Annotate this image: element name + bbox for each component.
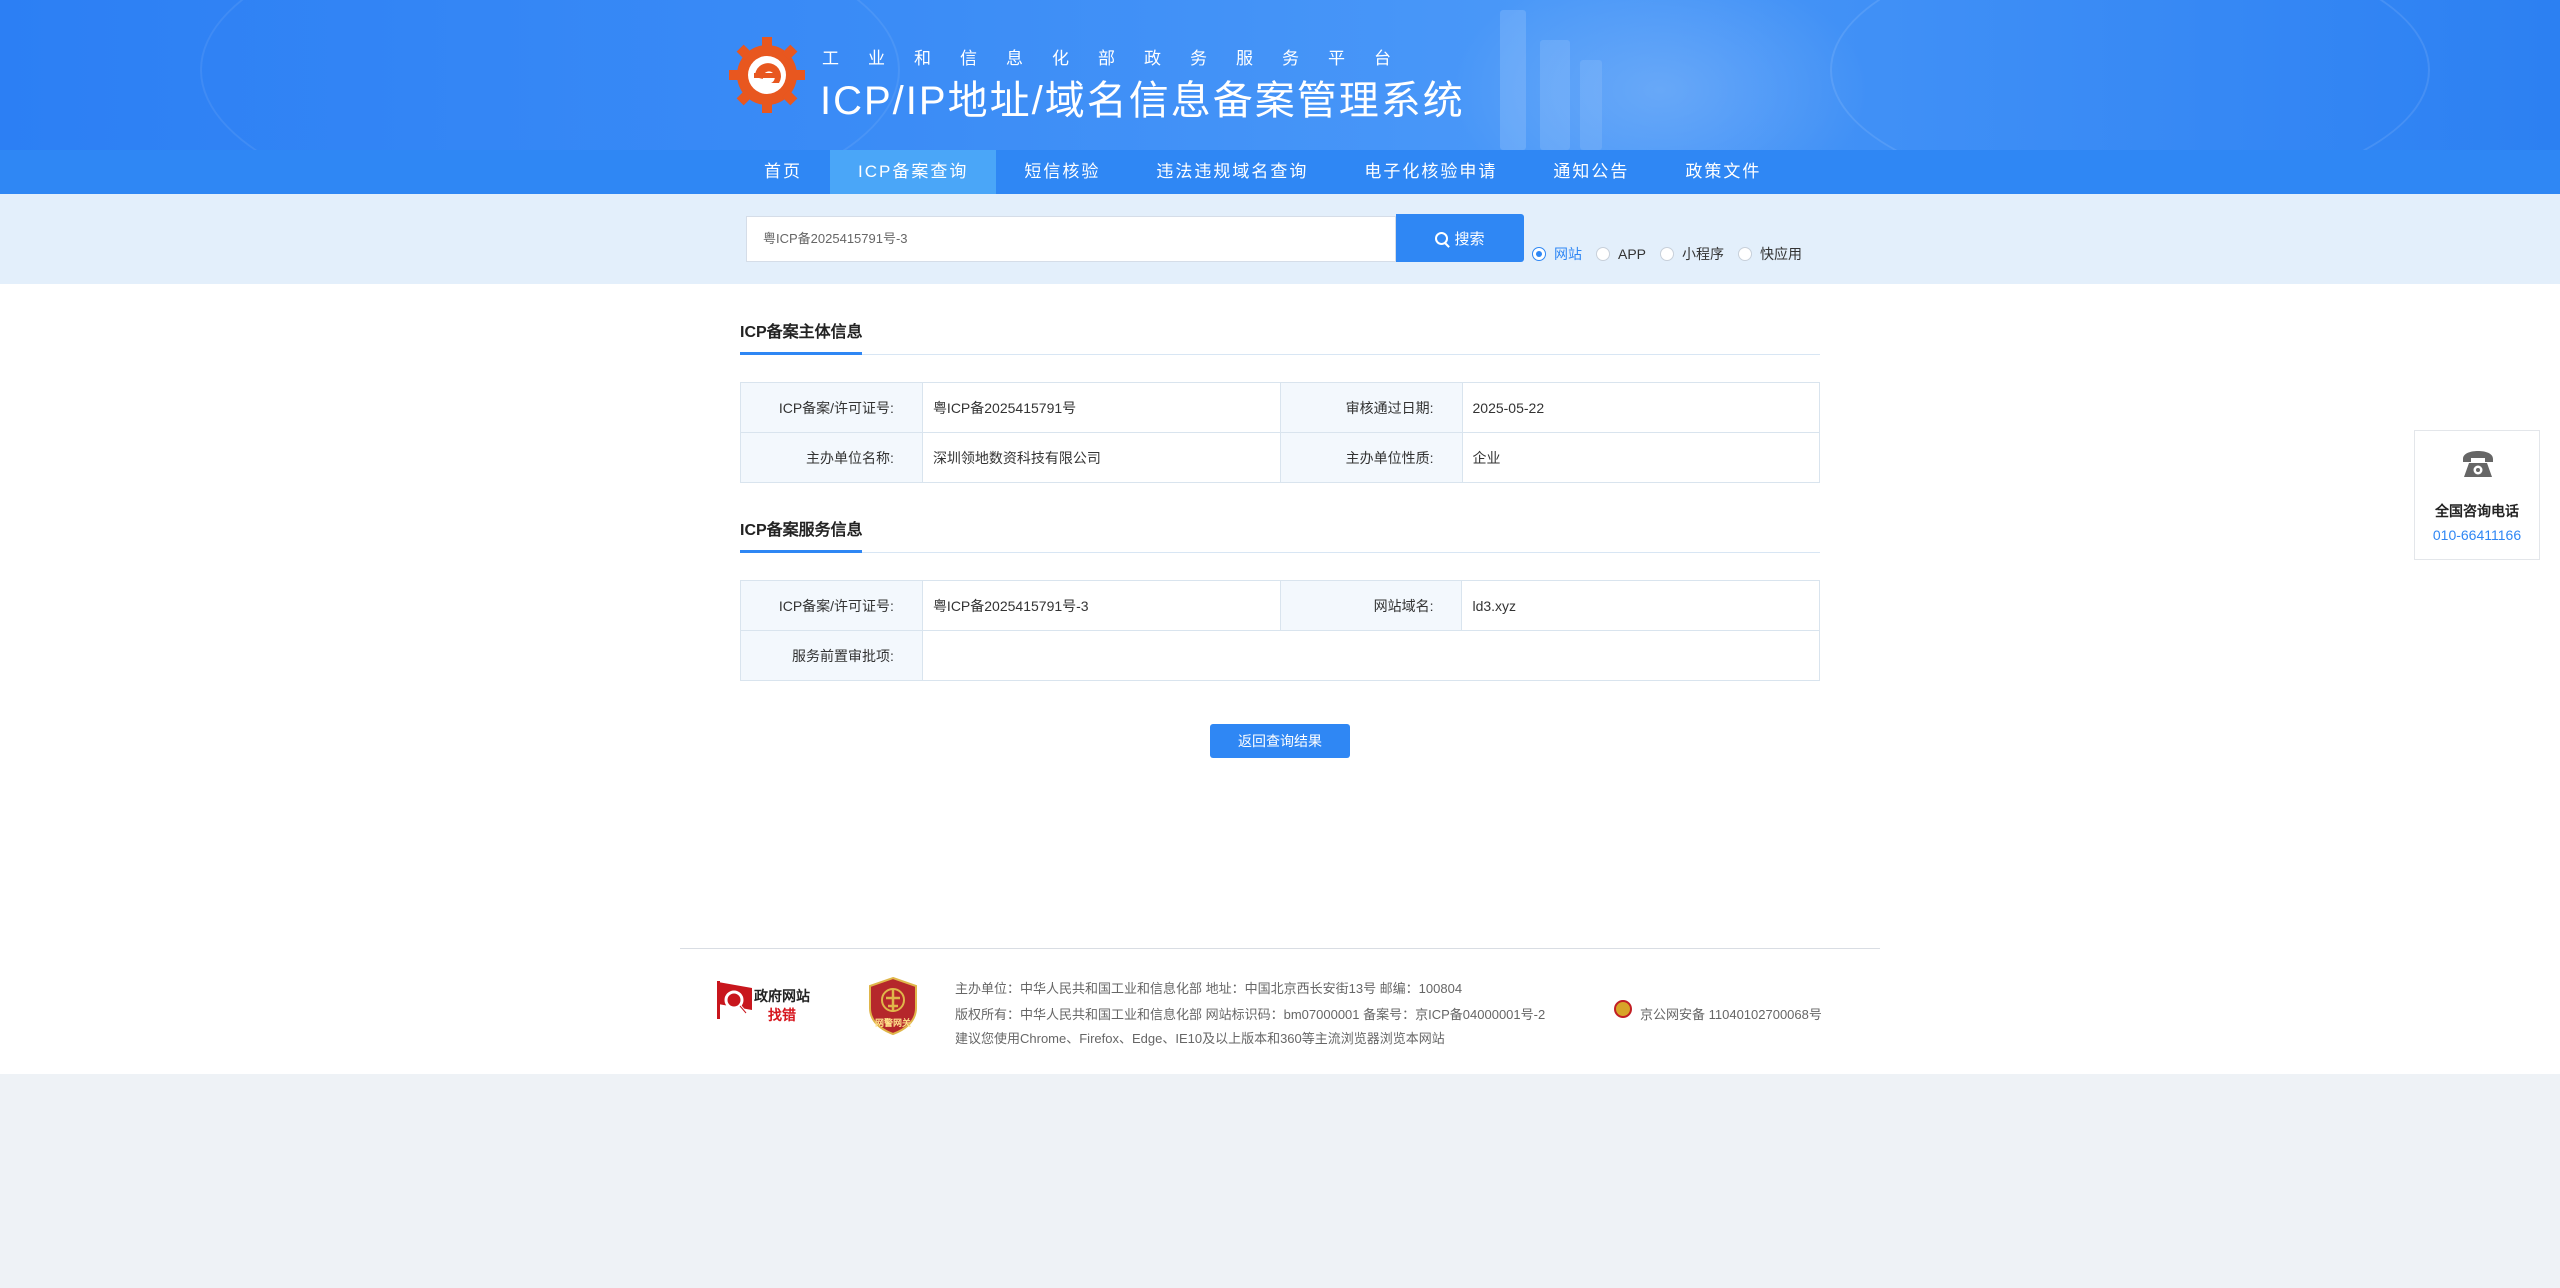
search-button-label: 搜索 bbox=[1454, 230, 1485, 248]
cyber-police-badge[interactable]: 网警网关 bbox=[866, 976, 920, 1036]
miit-logo-icon bbox=[729, 37, 805, 113]
preapproval-label: 服务前置审批项: bbox=[740, 630, 923, 681]
search-type-radios: 网站 APP 小程序 快应用 bbox=[1532, 244, 1816, 264]
subject-section-title: ICP备案主体信息 bbox=[740, 324, 863, 341]
nav-item-notices[interactable]: 通知公告 bbox=[1525, 150, 1657, 194]
radio-label: 快应用 bbox=[1760, 246, 1803, 262]
radio-label: APP bbox=[1618, 246, 1647, 262]
nav-item-icp-query[interactable]: ICP备案查询 bbox=[830, 150, 997, 194]
radio-dot bbox=[1660, 247, 1675, 261]
approve-date-value: 2025-05-22 bbox=[1461, 382, 1820, 433]
table-row: 主办单位名称: 深圳领地数资科技有限公司 主办单位性质: 企业 bbox=[740, 432, 1820, 483]
nav-item-policy[interactable]: 政策文件 bbox=[1657, 150, 1789, 194]
org-name-value: 深圳领地数资科技有限公司 bbox=[921, 432, 1281, 483]
radio-label: 网站 bbox=[1554, 246, 1582, 262]
table-row: 服务前置审批项: bbox=[740, 630, 1821, 681]
gov-badge-line2: 找错 bbox=[768, 1007, 796, 1023]
domain-value: ld3.xyz bbox=[1461, 580, 1820, 631]
service-info-table: ICP备案/许可证号: 粤ICP备2025415791号-3 网站域名: ld3… bbox=[740, 580, 1821, 681]
section-divider bbox=[740, 352, 1820, 355]
back-to-results-button[interactable]: 返回查询结果 bbox=[1210, 724, 1350, 758]
hotline-number: 010-66411166 bbox=[2432, 527, 2522, 543]
national-emblem-icon bbox=[1614, 1000, 1632, 1018]
radio-app[interactable]: APP bbox=[1596, 246, 1646, 262]
search-icon bbox=[1435, 231, 1449, 245]
service-license-label: ICP备案/许可证号: bbox=[740, 580, 923, 631]
service-section-title: ICP备案服务信息 bbox=[740, 522, 863, 539]
header-decoration bbox=[1830, 0, 2430, 150]
radio-dot bbox=[1532, 247, 1546, 261]
hotline-title: 全国咨询电话 bbox=[2435, 503, 2519, 519]
nav-items: 首页 ICP备案查询 短信核验 违法违规域名查询 电子化核验申请 通知公告 政策… bbox=[736, 150, 1789, 194]
radio-dot bbox=[1596, 247, 1610, 261]
site-header: 工业和信息化部政务服务平台 ICP/IP地址/域名信息备案管理系统 bbox=[0, 0, 2560, 150]
gov-badge-line1: 政府网站 bbox=[754, 988, 810, 1004]
police-badge-label: 网警网关 bbox=[874, 1018, 911, 1028]
hotline-widget[interactable]: 全国咨询电话 010-66411166 bbox=[2414, 430, 2540, 560]
radio-dot bbox=[1738, 247, 1753, 261]
header-decoration bbox=[1540, 40, 1570, 150]
system-title: ICP/IP地址/域名信息备案管理系统 bbox=[820, 79, 1465, 123]
org-name-label: 主办单位名称: bbox=[740, 432, 923, 483]
nav-item-home[interactable]: 首页 bbox=[736, 150, 830, 194]
section-accent bbox=[740, 550, 862, 553]
footer-line2: 版权所有：中华人民共和国工业和信息化部 网站标识码：bm07000001 备案号… bbox=[955, 1007, 1546, 1022]
section-divider bbox=[740, 550, 1820, 553]
footer-line3: 建议您使用Chrome、Firefox、Edge、IE10及以上版本和360等主… bbox=[955, 1031, 1445, 1046]
org-type-value: 企业 bbox=[1461, 432, 1820, 483]
gov-site-error-report-badge[interactable]: 政府网站 找错 bbox=[716, 978, 816, 1030]
preapproval-value bbox=[921, 630, 1821, 681]
approve-date-label: 审核通过日期: bbox=[1279, 382, 1463, 433]
radio-website[interactable]: 网站 bbox=[1532, 244, 1582, 264]
main-nav: 首页 ICP备案查询 短信核验 违法违规域名查询 电子化核验申请 通知公告 政策… bbox=[0, 150, 2560, 194]
radio-mini-program[interactable]: 小程序 bbox=[1660, 244, 1724, 264]
header-decoration bbox=[1500, 10, 1526, 150]
table-row: ICP备案/许可证号: 粤ICP备2025415791号 审核通过日期: 202… bbox=[740, 382, 1820, 433]
org-type-label: 主办单位性质: bbox=[1279, 432, 1463, 483]
search-button[interactable]: 搜索 bbox=[1396, 214, 1524, 262]
radio-quick-app[interactable]: 快应用 bbox=[1738, 244, 1802, 264]
search-band: 粤ICP备2025415791号-3 搜索 网站 APP 小程序 快应用 bbox=[0, 194, 2560, 284]
footer-line1: 主办单位：中华人民共和国工业和信息化部 地址：中国北京西长安街13号 邮编：10… bbox=[955, 981, 1463, 996]
main-content: ICP备案主体信息 ICP备案/许可证号: 粤ICP备2025415791号 审… bbox=[0, 284, 2560, 1074]
service-license-value: 粤ICP备2025415791号-3 bbox=[921, 580, 1281, 631]
nav-item-illegal-domain-query[interactable]: 违法违规域名查询 bbox=[1128, 150, 1336, 194]
phone-icon bbox=[2463, 451, 2493, 477]
domain-label: 网站域名: bbox=[1279, 580, 1463, 631]
platform-subtitle: 工业和信息化部政务服务平台 bbox=[822, 49, 1420, 68]
gov-flag-magnifier-icon bbox=[717, 981, 752, 1019]
table-row: ICP备案/许可证号: 粤ICP备2025415791号-3 网站域名: ld3… bbox=[740, 580, 1820, 631]
section-accent bbox=[740, 352, 862, 355]
license-value: 粤ICP备2025415791号 bbox=[921, 382, 1281, 433]
nav-item-e-verify-apply[interactable]: 电子化核验申请 bbox=[1336, 150, 1525, 194]
radio-label: 小程序 bbox=[1682, 246, 1725, 262]
license-label: ICP备案/许可证号: bbox=[740, 382, 923, 433]
footer-police-record[interactable]: 京公网安备 11040102700068号 bbox=[1640, 1004, 1822, 1023]
header-decoration bbox=[1580, 60, 1602, 150]
subject-info-table: ICP备案/许可证号: 粤ICP备2025415791号 审核通过日期: 202… bbox=[740, 382, 1820, 483]
nav-item-sms-verify[interactable]: 短信核验 bbox=[996, 150, 1128, 194]
search-input[interactable]: 粤ICP备2025415791号-3 bbox=[746, 216, 1396, 262]
footer-divider bbox=[680, 948, 1880, 949]
